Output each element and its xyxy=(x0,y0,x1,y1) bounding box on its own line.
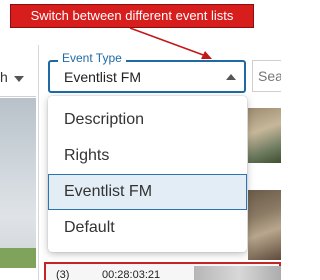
chevron-up-icon xyxy=(226,74,236,80)
left-dropdown-text: h xyxy=(0,69,8,85)
menu-item-eventlist-fm[interactable]: Eventlist FM xyxy=(48,174,247,210)
menu-item-rights[interactable]: Rights xyxy=(48,138,247,174)
thumbnail-image xyxy=(248,190,281,260)
event-type-menu: Description Rights Eventlist FM Default xyxy=(48,96,247,252)
menu-item-description[interactable]: Description xyxy=(48,102,247,138)
annotation-callout: Switch between different event lists xyxy=(10,4,254,28)
left-dropdown[interactable]: h xyxy=(0,60,36,97)
menu-item-default[interactable]: Default xyxy=(48,210,247,246)
arrow-head xyxy=(201,51,212,59)
event-type-label: Event Type xyxy=(58,51,126,65)
event-timecode: 00:28:03:21 xyxy=(102,269,161,280)
event-thumbnail-strip xyxy=(194,266,281,280)
arrow-line xyxy=(129,27,207,57)
event-index: (3) xyxy=(56,269,70,280)
panel-divider xyxy=(38,45,39,280)
chevron-down-icon xyxy=(14,76,24,82)
event-list-view: h Eventlist FM Event Type Description Ri… xyxy=(0,0,281,280)
preview-bar xyxy=(0,248,36,268)
video-preview-panel xyxy=(0,98,36,268)
event-type-value: Eventlist FM xyxy=(64,69,142,85)
thumbnail-image xyxy=(248,108,281,163)
event-row[interactable]: (3) 00:28:03:21 xyxy=(44,262,281,280)
search-input[interactable] xyxy=(252,60,281,92)
